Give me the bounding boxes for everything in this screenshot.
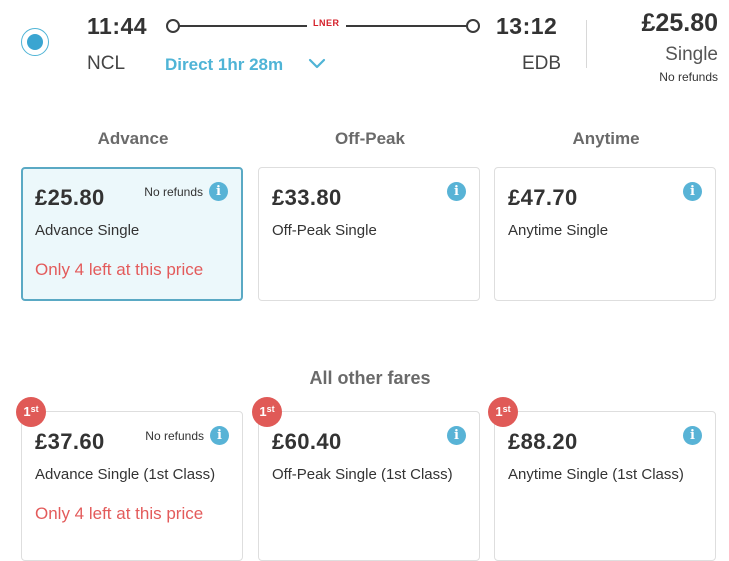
info-icon[interactable]: i <box>210 426 229 445</box>
first-class-badge: 1st <box>16 397 46 427</box>
first-class-badge: 1st <box>252 397 282 427</box>
fare-availability-warning: Only 4 left at this price <box>35 260 204 279</box>
fare-name: Off-Peak Single <box>272 222 377 239</box>
fare-name: Off-Peak Single (1st Class) <box>272 466 453 483</box>
fare-card-anytime-single[interactable]: £47.70 i Anytime Single <box>494 167 716 301</box>
chevron-down-icon[interactable] <box>307 56 327 70</box>
journey-select-radio[interactable] <box>21 28 49 56</box>
fare-refund-note: No refunds <box>145 429 204 443</box>
fare-name: Anytime Single (1st Class) <box>508 466 684 483</box>
fare-refund-note: No refunds <box>144 185 203 199</box>
info-icon[interactable]: i <box>447 426 466 445</box>
route-end-dot <box>466 19 480 33</box>
column-heading-advance: Advance <box>97 129 169 148</box>
fare-card-off-peak-single[interactable]: £33.80 i Off-Peak Single <box>258 167 480 301</box>
destination-station: EDB <box>522 53 562 74</box>
fare-name: Anytime Single <box>508 222 609 239</box>
arrive-time: 13:12 <box>496 13 558 39</box>
journey-details-toggle[interactable]: Direct 1hr 28m <box>165 55 283 75</box>
fare-price: £33.80 <box>272 185 342 210</box>
fare-name: Advance Single (1st Class) <box>35 466 216 483</box>
header-divider <box>586 20 587 68</box>
first-class-badge: 1st <box>488 397 518 427</box>
depart-time: 11:44 <box>87 13 148 39</box>
info-icon[interactable]: i <box>683 426 702 445</box>
fare-card-anytime-single-first[interactable]: £88.20 i Anytime Single (1st Class) <box>494 411 716 561</box>
fare-price: £37.60 <box>35 429 105 454</box>
column-heading-anytime: Anytime <box>572 129 640 148</box>
route-start-dot <box>166 19 180 33</box>
fare-availability-warning: Only 4 left at this price <box>35 504 204 523</box>
fare-price: £47.70 <box>508 185 578 210</box>
radio-selected-icon <box>27 34 43 50</box>
selected-fare-price: £25.80 <box>641 9 718 37</box>
fare-price: £60.40 <box>272 429 342 454</box>
fare-card-advance-single[interactable]: £25.80 No refunds i Advance Single Only … <box>21 167 243 301</box>
origin-station: NCL <box>87 53 126 74</box>
selected-fare-refund: No refunds <box>659 70 718 84</box>
fare-price: £25.80 <box>35 185 105 210</box>
column-heading-off-peak: Off-Peak <box>335 129 405 148</box>
fare-card-off-peak-single-first[interactable]: £60.40 i Off-Peak Single (1st Class) <box>258 411 480 561</box>
operator-logo: LNER <box>307 18 346 28</box>
info-icon[interactable]: i <box>447 182 466 201</box>
other-fares-heading: All other fares <box>309 368 431 388</box>
fare-price: £88.20 <box>508 429 578 454</box>
fare-name: Advance Single <box>35 222 140 239</box>
selected-fare-type: Single <box>665 44 718 65</box>
info-icon[interactable]: i <box>209 182 228 201</box>
fare-card-advance-single-first[interactable]: £37.60 No refunds i Advance Single (1st … <box>21 411 243 561</box>
info-icon[interactable]: i <box>683 182 702 201</box>
